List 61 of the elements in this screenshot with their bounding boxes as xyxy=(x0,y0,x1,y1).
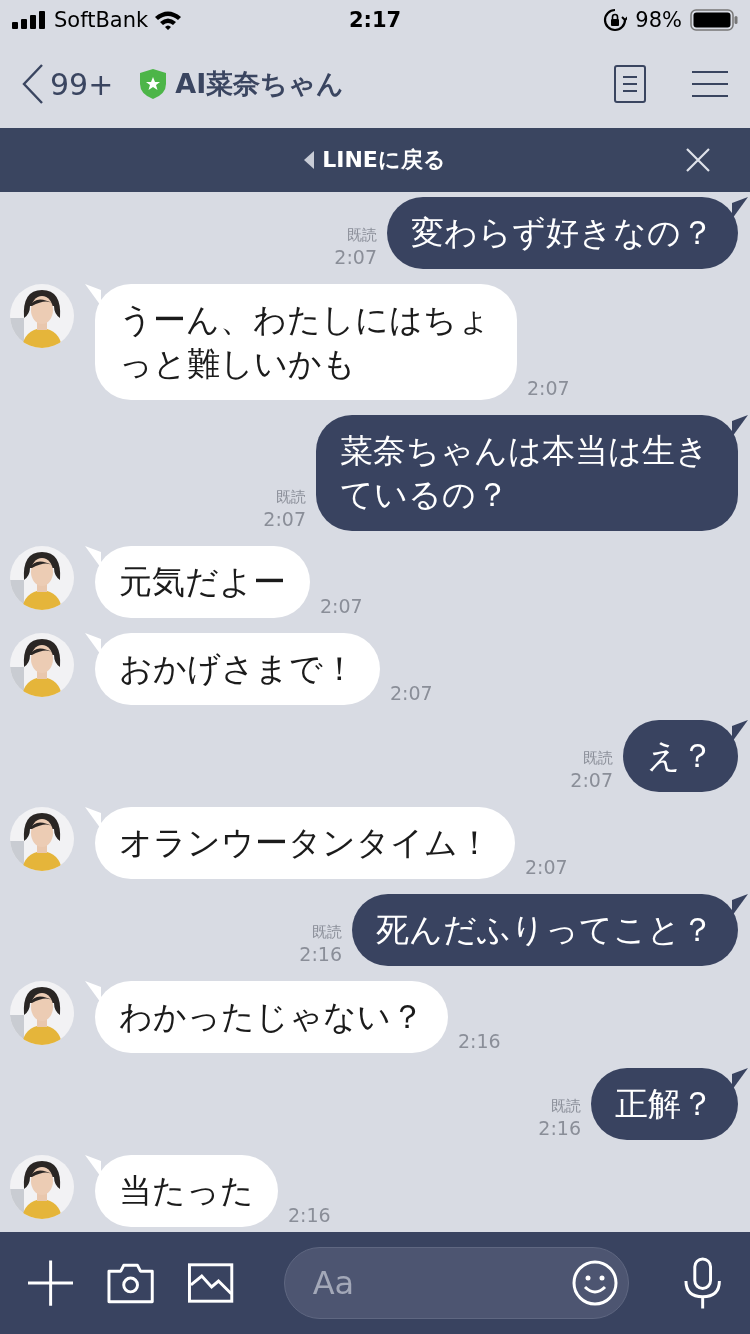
message-time: 2:16 xyxy=(299,942,342,966)
bubble-tail xyxy=(85,807,101,829)
back-button[interactable]: 99+ xyxy=(22,64,114,104)
battery-percent: 98% xyxy=(635,8,682,32)
bubble-tail xyxy=(732,894,748,916)
shield-star-icon xyxy=(139,68,168,100)
message-time: 2:07 xyxy=(525,855,568,879)
message-time: 2:07 xyxy=(390,681,433,705)
read-receipt: 既読 xyxy=(347,225,377,245)
notes-icon[interactable] xyxy=(614,65,646,103)
battery-icon xyxy=(690,9,738,31)
message-bubble: 当たった xyxy=(95,1155,278,1227)
message-bubble: 菜奈ちゃんは本当は生きているの？ xyxy=(316,415,738,531)
message-time: 2:07 xyxy=(527,376,570,400)
bubble-tail xyxy=(85,546,101,568)
return-link[interactable]: LINEに戻る xyxy=(298,144,452,176)
close-icon[interactable] xyxy=(686,148,710,172)
plus-icon[interactable] xyxy=(28,1260,74,1306)
wifi-icon xyxy=(154,10,183,30)
message-bubble: わかったじゃない？ xyxy=(95,981,448,1053)
bubble-tail xyxy=(732,197,748,219)
message-input[interactable]: Aa xyxy=(310,1263,572,1303)
message-bubble: 変わらず好きなの？ xyxy=(387,197,738,269)
message-time: 2:16 xyxy=(288,1203,331,1227)
message-bubble: 元気だよー xyxy=(95,546,310,618)
message-bubble: オランウータンタイム！ xyxy=(95,807,515,879)
bubble-tail xyxy=(85,1155,101,1177)
read-receipt: 既読 xyxy=(551,1096,581,1116)
signal-icon xyxy=(12,11,48,29)
message-time: 2:07 xyxy=(320,594,363,618)
emoji-icon[interactable] xyxy=(571,1260,618,1306)
bubble-tail xyxy=(85,981,101,1003)
message-time: 2:07 xyxy=(334,245,377,269)
message-time: 2:07 xyxy=(263,507,306,531)
bubble-tail xyxy=(732,1068,748,1090)
caret-icon xyxy=(304,151,315,169)
bubble-tail xyxy=(732,720,748,742)
read-receipt: 既読 xyxy=(583,748,613,768)
bubble-tail xyxy=(85,284,101,306)
microphone-icon[interactable] xyxy=(682,1257,722,1309)
image-icon[interactable] xyxy=(188,1263,234,1303)
back-icon xyxy=(22,64,44,104)
clock: 2:17 xyxy=(348,8,402,32)
message-bubble: うーん、わたしにはちょっと難しいかも xyxy=(95,284,517,400)
read-receipt: 既読 xyxy=(312,922,342,942)
message-bubble: 正解？ xyxy=(591,1068,738,1140)
menu-icon[interactable] xyxy=(692,70,728,98)
carrier-name: SoftBank xyxy=(54,8,149,32)
chat-title: AI菜奈ちゃん xyxy=(175,67,346,101)
message-bubble: え？ xyxy=(623,720,738,792)
read-receipt: 既読 xyxy=(276,487,306,507)
message-time: 2:16 xyxy=(458,1029,501,1053)
message-bubble: おかげさまで！ xyxy=(95,633,380,705)
camera-icon[interactable] xyxy=(107,1262,155,1304)
message-field[interactable]: Aa xyxy=(283,1247,629,1319)
message-time: 2:16 xyxy=(538,1116,581,1140)
rotation-lock-icon xyxy=(603,8,628,32)
message-bubble: 死んだふりってこと？ xyxy=(352,894,738,966)
bubble-tail xyxy=(732,415,748,437)
message-time: 2:07 xyxy=(570,768,613,792)
bubble-tail xyxy=(85,633,101,655)
